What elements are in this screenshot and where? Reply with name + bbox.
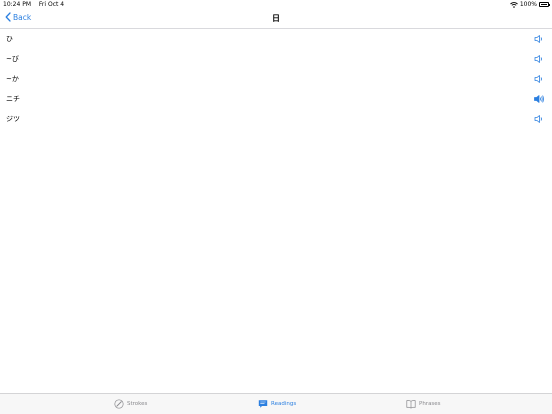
status-date: Fri Oct 4 (38, 1, 65, 8)
reading-text: ジツ (6, 115, 20, 123)
tab-phrases[interactable]: Phrases (406, 399, 441, 409)
tab-readings-label: Readings (271, 401, 297, 407)
reading-text: ~か (6, 75, 19, 83)
speech-bubble-icon (258, 400, 268, 408)
list-item: ~び (0, 49, 552, 69)
status-time: 10:24 PM (3, 1, 31, 8)
tab-strokes[interactable]: Strokes (114, 399, 147, 409)
tab-readings[interactable]: Readings (258, 399, 296, 409)
speaker-icon[interactable] (534, 74, 544, 84)
list-item: ニチ (0, 89, 552, 109)
wifi-icon (510, 1, 518, 8)
battery-percent: 100% (519, 1, 537, 8)
book-icon (406, 400, 416, 409)
speaker-icon[interactable] (534, 54, 544, 64)
tab-strokes-label: Strokes (127, 401, 148, 407)
navigation-bar: Back 日 (0, 9, 552, 29)
readings-list: ひ ~び ~か ニチ ジツ (0, 29, 552, 129)
status-bar: 10:24 PM Fri Oct 4 100% (0, 0, 552, 9)
speaker-icon[interactable] (534, 34, 544, 44)
list-item: ジツ (0, 109, 552, 129)
tab-phrases-label: Phrases (419, 401, 441, 407)
reading-text: ニチ (6, 95, 20, 103)
tab-bar: Strokes Readings Phrases (0, 393, 552, 414)
list-item: ひ (0, 29, 552, 49)
page-title: 日 (272, 14, 280, 23)
pencil-icon (114, 399, 124, 409)
list-item: ~か (0, 69, 552, 89)
speaker-active-icon[interactable] (534, 94, 544, 104)
battery-icon (539, 2, 550, 7)
reading-text: ひ (6, 35, 13, 43)
speaker-icon[interactable] (534, 114, 544, 124)
reading-text: ~び (6, 55, 19, 63)
